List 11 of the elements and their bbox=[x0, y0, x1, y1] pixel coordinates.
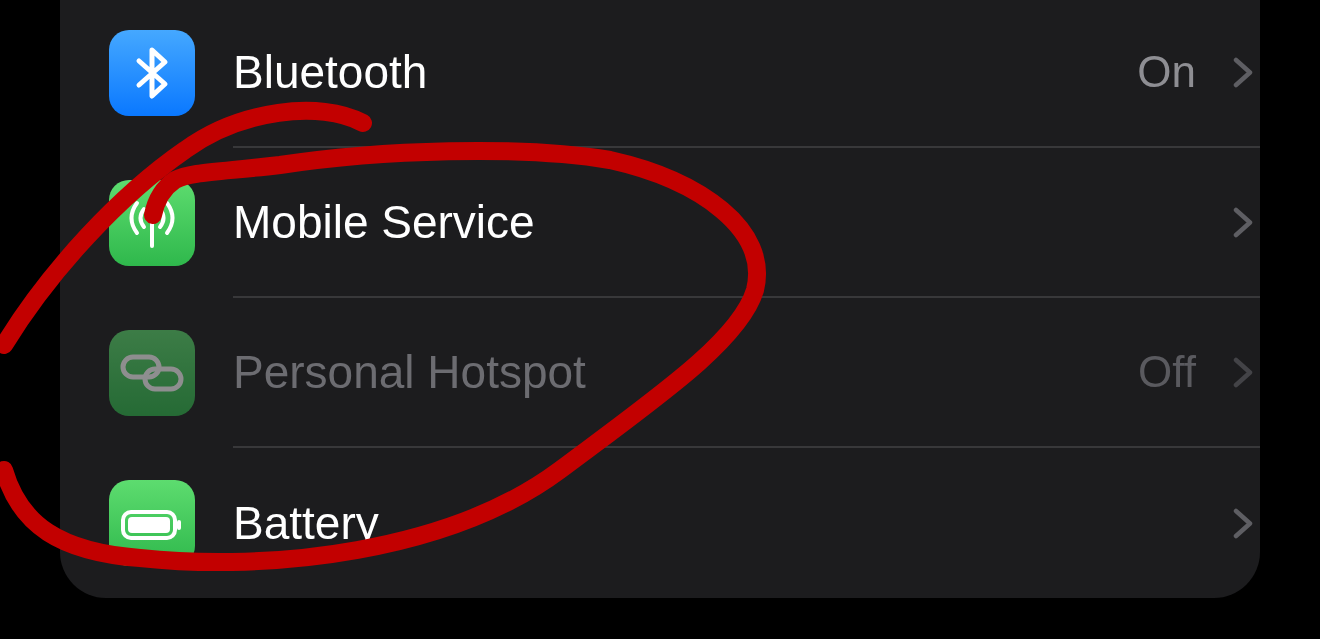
bluetooth-icon bbox=[109, 30, 195, 116]
chevron-icon bbox=[1233, 206, 1253, 238]
setting-label[interactable]: Bluetooth bbox=[233, 45, 1138, 99]
chevron-icon bbox=[1233, 356, 1253, 388]
chevron-icon bbox=[1233, 56, 1253, 88]
setting-label[interactable]: Battery bbox=[233, 496, 1233, 550]
setting-value: On bbox=[1137, 47, 1196, 97]
setting-value: Off bbox=[1138, 347, 1196, 397]
setting-label[interactable]: Mobile Service bbox=[233, 195, 1233, 249]
link-icon bbox=[109, 330, 195, 416]
chevron-icon bbox=[1233, 507, 1253, 539]
